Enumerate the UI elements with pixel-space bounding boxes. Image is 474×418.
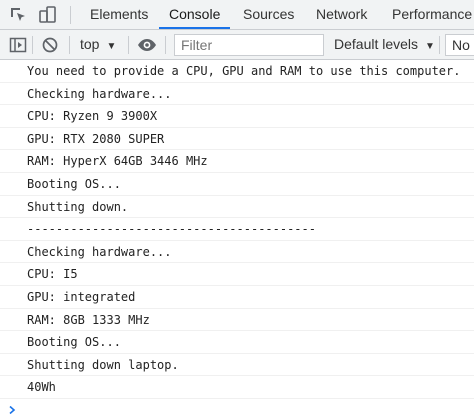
console-message: Shutting down.: [0, 196, 474, 219]
console-message: Checking hardware...: [0, 83, 474, 106]
toolbar-separator: [128, 36, 129, 54]
console-message: GPU: integrated: [0, 286, 474, 309]
device-toolbar-icon[interactable]: [38, 5, 58, 25]
toolbar-separator: [69, 36, 70, 54]
toolbar-separator: [32, 36, 33, 54]
tab-performance[interactable]: Performance: [392, 0, 472, 29]
dropdown-arrow-icon: ▼: [106, 41, 117, 52]
console-message: ----------------------------------------: [0, 218, 474, 241]
tab-network[interactable]: Network: [316, 0, 367, 29]
tab-sources[interactable]: Sources: [243, 0, 294, 29]
console-message: GPU: RTX 2080 SUPER: [0, 128, 474, 151]
console-message: Booting OS...: [0, 173, 474, 196]
clear-console-icon[interactable]: [41, 36, 59, 54]
log-levels-label: Default levels: [334, 36, 419, 52]
inspect-element-icon[interactable]: [8, 5, 28, 25]
console-message: You need to provide a CPU, GPU and RAM t…: [0, 60, 474, 83]
console-message: Booting OS...: [0, 331, 474, 354]
toolbar-separator: [165, 36, 166, 54]
dropdown-arrow-icon: ▼: [425, 41, 435, 52]
show-sidebar-icon[interactable]: [9, 36, 27, 54]
tab-bar-separator: [70, 6, 71, 24]
console-message: Shutting down laptop.: [0, 354, 474, 377]
toolbar-separator: [439, 36, 440, 54]
console-message: Checking hardware...: [0, 241, 474, 264]
console-message: CPU: I5: [0, 263, 474, 286]
console-output: You need to provide a CPU, GPU and RAM t…: [0, 60, 474, 418]
issues-box-partial[interactable]: No: [445, 34, 474, 56]
tab-elements[interactable]: Elements: [90, 0, 148, 29]
console-prompt-chevron-icon: [9, 405, 16, 415]
tab-console[interactable]: Console: [159, 0, 231, 29]
log-levels-dropdown[interactable]: Default levels ▼: [334, 30, 435, 59]
console-message: RAM: 8GB 1333 MHz: [0, 309, 474, 332]
context-selector[interactable]: top ▼: [80, 30, 116, 59]
live-expression-eye-icon[interactable]: [137, 36, 157, 54]
console-message: CPU: Ryzen 9 3900X: [0, 105, 474, 128]
console-prompt[interactable]: [0, 399, 474, 418]
console-message: 40Wh: [0, 376, 474, 399]
console-toolbar: top ▼ Default levels ▼ No: [0, 30, 474, 60]
devtools-tab-bar: Elements Console Sources Network Perform…: [0, 0, 474, 30]
console-message: RAM: HyperX 64GB 3446 MHz: [0, 150, 474, 173]
context-selector-label: top: [80, 36, 100, 52]
filter-input[interactable]: [174, 34, 324, 56]
